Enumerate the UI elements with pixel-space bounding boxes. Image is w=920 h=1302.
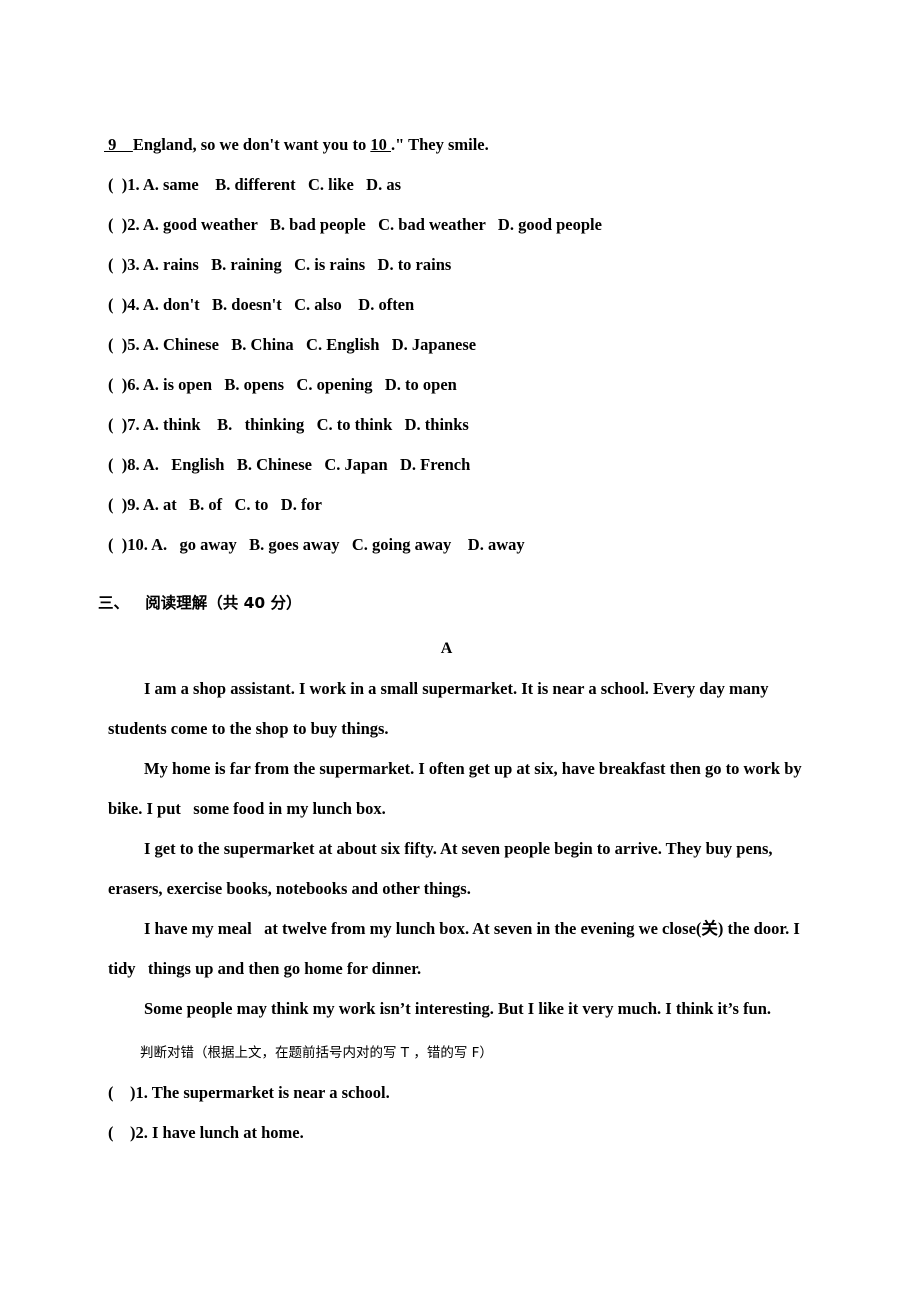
cloze-blank-10: 10 bbox=[370, 135, 391, 154]
exam-page: 9 England, so we don't want you to 10 ."… bbox=[0, 0, 920, 1302]
true-false-row-2[interactable]: ( )2. I have lunch at home. bbox=[108, 1113, 825, 1153]
cloze-lead-line: 9 England, so we don't want you to 10 ."… bbox=[104, 125, 825, 165]
mc-option-row-6[interactable]: ( )6. A. is open B. opens C. opening D. … bbox=[108, 365, 825, 405]
mc-option-row-9[interactable]: ( )9. A. at B. of C. to D. for bbox=[108, 485, 825, 525]
mc-option-row-1[interactable]: ( )1. A. same B. different C. like D. as bbox=[108, 165, 825, 205]
passage-paragraph-5: Some people may think my work isn’t inte… bbox=[144, 999, 772, 1018]
cloze-blank-9: 9 bbox=[104, 135, 133, 154]
cloze-lead-text-end: ." They smile. bbox=[390, 135, 489, 154]
passage-paragraph-4: I have my meal at twelve from my lunch b… bbox=[108, 919, 804, 978]
cloze-lead-text-mid: England, so we don't want you to bbox=[132, 135, 371, 154]
mc-option-row-4[interactable]: ( )4. A. don't B. doesn't C. also D. oft… bbox=[108, 285, 825, 325]
passage-paragraph-2: My home is far from the supermarket. I o… bbox=[108, 759, 806, 818]
true-false-instruction: 判断对错（根据上文，在题前括号内对的写 T ，错的写 F） bbox=[140, 1045, 493, 1061]
mc-option-row-3[interactable]: ( )3. A. rains B. raining C. is rains D.… bbox=[108, 245, 825, 285]
passage-paragraph-1: I am a shop assistant. I work in a small… bbox=[108, 679, 773, 738]
section-heading-reading: 三、 阅读理解（共 40 分） bbox=[98, 594, 302, 612]
mc-option-row-5[interactable]: ( )5. A. Chinese B. China C. English D. … bbox=[108, 325, 825, 365]
passage-label-a: A bbox=[440, 640, 453, 657]
mc-option-row-2[interactable]: ( )2. A. good weather B. bad people C. b… bbox=[108, 205, 825, 245]
mc-option-row-7[interactable]: ( )7. A. think B. thinking C. to think D… bbox=[108, 405, 825, 445]
true-false-row-1[interactable]: ( )1. The supermarket is near a school. bbox=[108, 1073, 825, 1113]
passage-paragraph-3: I get to the supermarket at about six fi… bbox=[108, 839, 777, 898]
mc-option-row-10[interactable]: ( )10. A. go away B. goes away C. going … bbox=[108, 525, 825, 565]
mc-option-row-8[interactable]: ( )8. A. English B. Chinese C. Japan D. … bbox=[108, 445, 825, 485]
